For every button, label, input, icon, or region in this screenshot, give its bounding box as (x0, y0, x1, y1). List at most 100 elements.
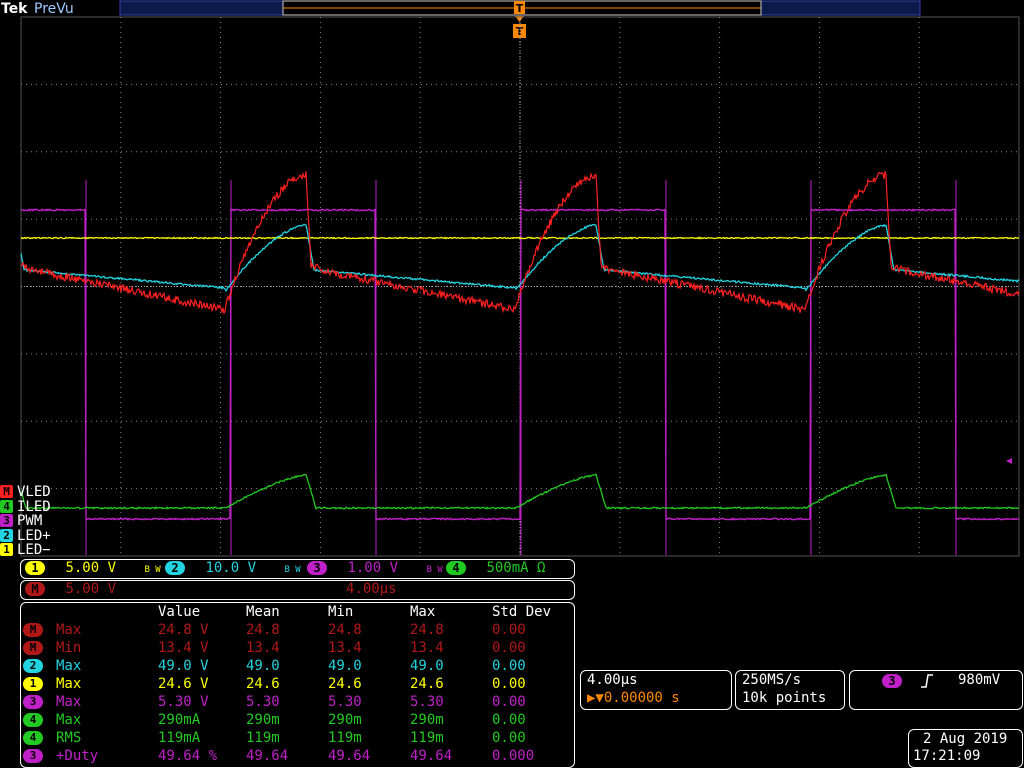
measurement-cell-stddev: 0.00 (492, 676, 526, 692)
measurement-cell-mean: 49.64 (246, 748, 289, 764)
measurement-cell-stddev: 0.00 (492, 730, 526, 746)
channel-label-badge: 2 (0, 528, 13, 542)
record-length: 10k points (742, 690, 827, 706)
channel-label-badge: 4 (0, 499, 13, 513)
measurement-type-label: Max (56, 676, 82, 692)
measurement-type-label: Max (56, 622, 82, 638)
measurement-row[interactable]: 3 +Duty 49.64 % 49.64 49.64 49.64 0.000 (21, 748, 574, 766)
measurement-cell-min: 49.0 (328, 658, 362, 674)
ch3-bw-icon: B W (426, 565, 443, 575)
measurement-cell-stddev: 0.00 (492, 694, 526, 710)
channel-label-badge: M (0, 485, 13, 498)
ch2-bw-icon: B W (284, 565, 301, 575)
measurement-cell-max: 49.64 (410, 748, 453, 764)
math-scale[interactable]: M 5.00 V (25, 581, 116, 597)
ch4-scale[interactable]: 4 500mA Ω (446, 560, 545, 576)
measurement-source-badge: 4 (23, 731, 43, 745)
measurement-source-badge: 3 (23, 695, 43, 709)
measurement-header-row: Value Mean Min Max Std Dev (21, 604, 574, 622)
measurement-type-label: RMS (56, 730, 82, 746)
measurement-row[interactable]: 1 Max 24.6 V 24.6 24.6 24.6 0.00 (21, 676, 574, 694)
channel-label-iled[interactable]: 4 ILED (0, 499, 51, 514)
measurement-cell-min: 5.30 (328, 694, 362, 710)
measurement-cell-min: 24.8 (328, 622, 362, 638)
math-scale-value: 5.00 V (65, 581, 117, 597)
measurement-cell-max: 49.0 (410, 658, 444, 674)
measurement-row[interactable]: 3 Max 5.30 V 5.30 5.30 5.30 0.00 (21, 694, 574, 712)
ch4-badge: 4 (446, 561, 466, 575)
ch3-level-marker-icon (1006, 458, 1012, 464)
measurement-table[interactable]: Value Mean Min Max Std Dev M Max 24.8 V 24.… (20, 602, 575, 768)
measurement-cell-value: 49.0 V (158, 658, 209, 674)
measurement-cell-stddev: 0.00 (492, 712, 526, 728)
measurement-cell-mean: 24.8 (246, 622, 280, 638)
measurement-source-badge: M (23, 641, 43, 655)
header-std-dev: Std Dev (492, 604, 552, 620)
channel-label-pwm[interactable]: 3 PWM (0, 514, 42, 528)
date-label: 2 Aug 2019 (923, 731, 1008, 747)
measurement-cell-min: 49.64 (328, 748, 371, 764)
channel-label-vled[interactable]: M VLED (0, 485, 51, 499)
measurement-cell-min: 13.4 (328, 640, 362, 656)
measurement-row[interactable]: 4 RMS 119mA 119m 119m 119m 0.00 (21, 730, 574, 748)
ch2-badge: 2 (165, 561, 185, 575)
measurement-cell-value: 24.6 V (158, 676, 209, 692)
measurement-cell-mean: 24.6 (246, 676, 280, 692)
trigger-box[interactable]: 3 980mV (849, 670, 1023, 710)
channel-label-name: PWM (17, 513, 43, 529)
measurement-cell-value: 290mA (158, 712, 201, 728)
measurement-cell-min: 24.6 (328, 676, 362, 692)
measurement-source-badge: 4 (23, 713, 43, 727)
measurement-type-label: Max (56, 658, 82, 674)
time-label: 17:21:09 (913, 748, 981, 764)
measurement-cell-max: 290m (410, 712, 444, 728)
measurement-row[interactable]: 4 Max 290mA 290m 290m 290m 0.00 (21, 712, 574, 730)
measurement-source-badge: 2 (23, 659, 43, 673)
channel-label-badge: 1 (0, 543, 13, 556)
ch3-scale-value: 1.00 V (347, 560, 399, 576)
measurement-row[interactable]: M Min 13.4 V 13.4 13.4 13.4 0.00 (21, 640, 574, 658)
measurement-cell-mean: 5.30 (246, 694, 280, 710)
measurement-cell-min: 119m (328, 730, 362, 746)
svg-text:T: T (516, 2, 524, 15)
header-value: Value (158, 604, 201, 620)
ch4-scale-value: 500mA Ω (486, 560, 546, 576)
math-scale-bar[interactable]: M 5.00 V 4.00µs (20, 580, 575, 600)
rising-edge-icon (921, 674, 933, 688)
math-time-scale: 4.00µs (346, 581, 397, 597)
channel-label-led[interactable]: 1 LED− (0, 543, 51, 557)
math-badge: M (25, 582, 45, 596)
measurement-cell-max: 24.8 (410, 622, 444, 638)
measurement-cell-mean: 290m (246, 712, 280, 728)
trace-ch3-pwm (20, 208, 1020, 521)
ch2-scale[interactable]: 2 10.0 V B W (165, 560, 301, 576)
measurement-cell-max: 24.6 (410, 676, 444, 692)
trigger-position-value: ▶▼0.00000 s (587, 690, 680, 706)
measurement-cell-max: 13.4 (410, 640, 444, 656)
channel-scale-bar[interactable]: 1 5.00 V B W 2 10.0 V B W 3 1.00 V B W 4… (20, 559, 575, 579)
ch3-scale[interactable]: 3 1.00 V B W (307, 560, 443, 576)
ch2-scale-value: 10.0 V (205, 560, 257, 576)
header-min: Min (328, 604, 354, 620)
sample-rate: 250MS/s (742, 672, 802, 688)
channel-label-badge: 3 (0, 514, 13, 527)
measurement-cell-value: 13.4 V (158, 640, 209, 656)
ch1-scale-value: 5.00 V (65, 560, 117, 576)
ch1-scale[interactable]: 1 5.00 V B W (25, 560, 161, 576)
measurement-row[interactable]: 2 Max 49.0 V 49.0 49.0 49.0 0.00 (21, 658, 574, 676)
acquisition-box[interactable]: 250MS/s 10k points (735, 670, 845, 710)
measurement-cell-min: 290m (328, 712, 362, 728)
channel-label-led[interactable]: 2 LED+ (0, 528, 51, 543)
header-max: Max (410, 604, 436, 620)
ch3-badge: 3 (307, 561, 327, 575)
measurement-cell-stddev: 0.00 (492, 622, 526, 638)
measurement-row[interactable]: M Max 24.8 V 24.8 24.8 24.8 0.00 (21, 622, 574, 640)
measurement-cell-mean: 119m (246, 730, 280, 746)
measurement-type-label: Max (56, 694, 82, 710)
measurement-cell-mean: 49.0 (246, 658, 280, 674)
brand-logo: Tek (1, 1, 28, 17)
trigger-position-marker[interactable]: T (514, 1, 525, 15)
measurement-cell-stddev: 0.00 (492, 658, 526, 674)
measurement-type-label: Max (56, 712, 82, 728)
timebase-box[interactable]: 4.00µs ▶▼0.00000 s (580, 670, 732, 710)
